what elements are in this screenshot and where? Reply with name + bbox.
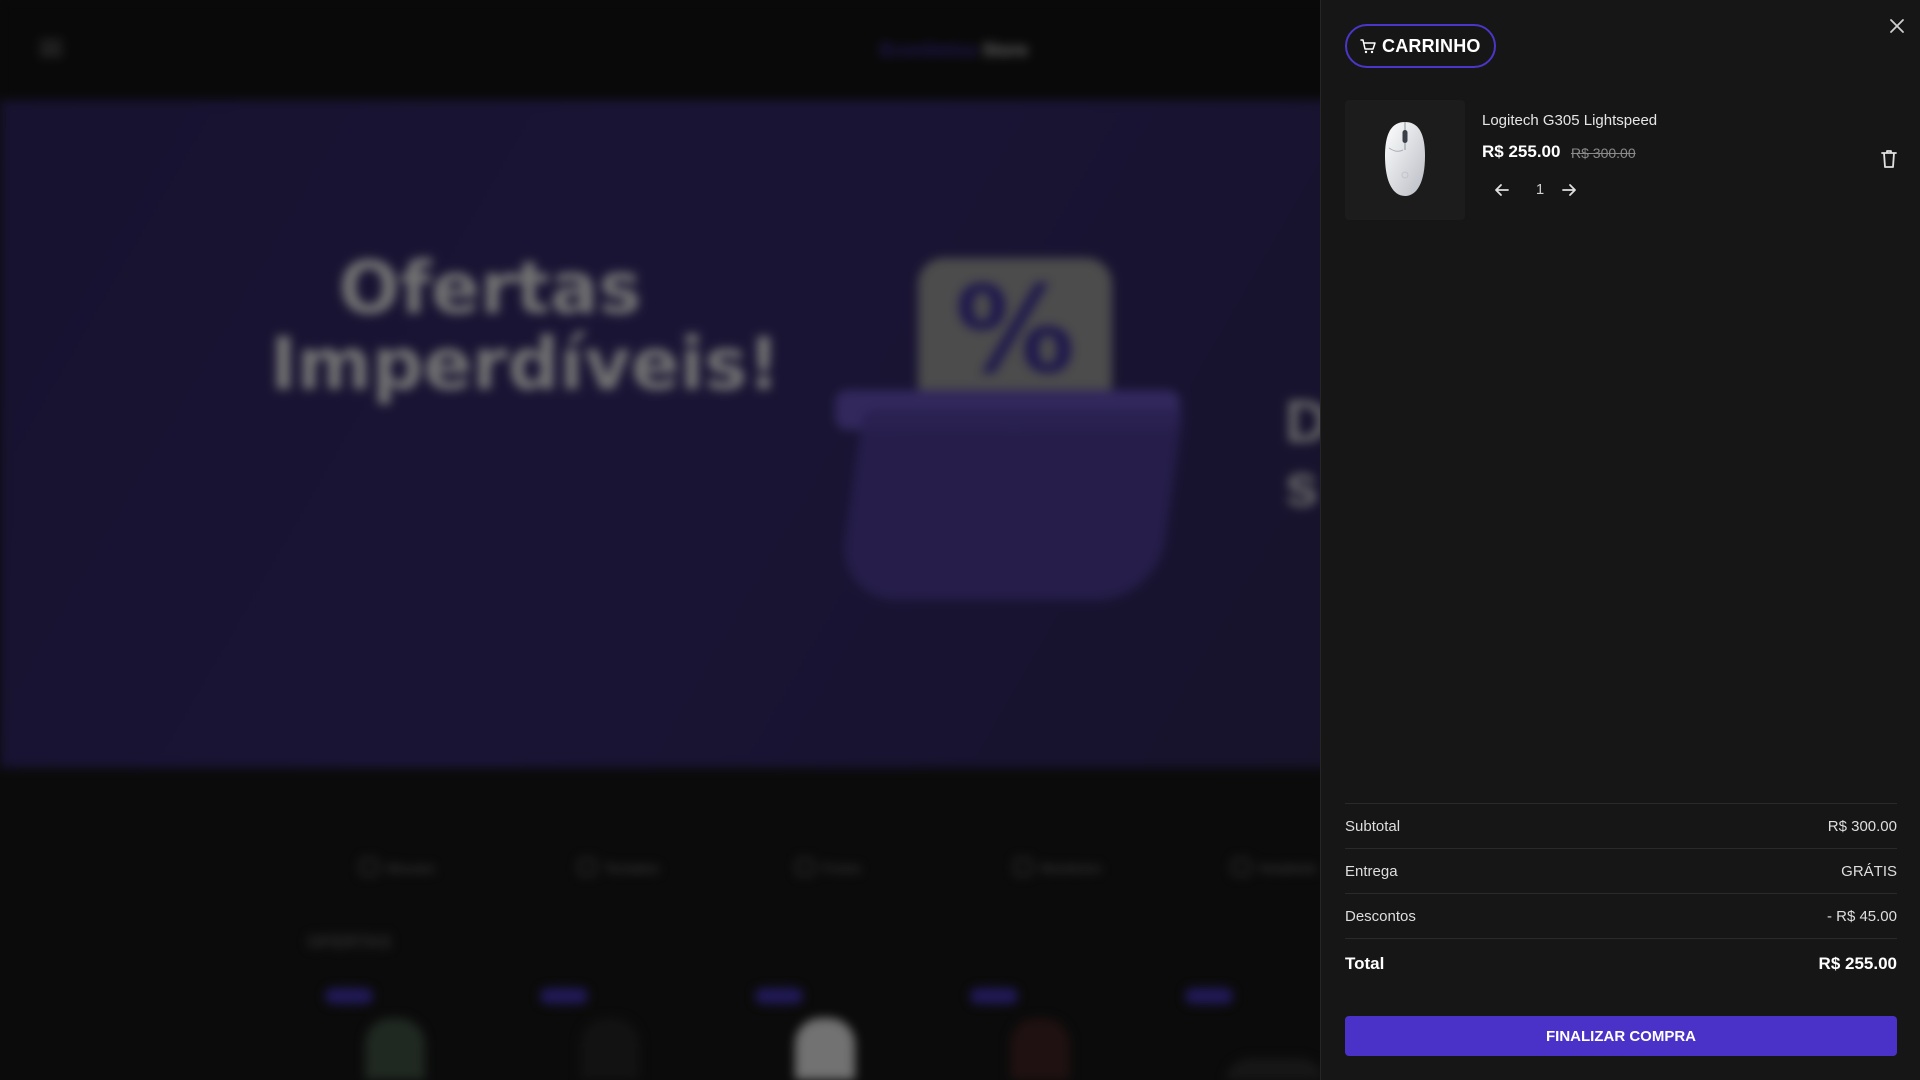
product-old-price: R$ 300.00 <box>1571 145 1636 161</box>
quantity-value: 1 <box>1535 181 1545 198</box>
shipping-label: Entrega <box>1345 862 1398 880</box>
mouse-image <box>1385 122 1425 196</box>
decrease-quantity-button[interactable] <box>1492 180 1512 200</box>
total-label: Total <box>1345 953 1385 973</box>
discount-row: Descontos - R$ 45.00 <box>1345 893 1897 938</box>
product-price: R$ 255.00 <box>1482 142 1561 161</box>
checkout-button[interactable]: FINALIZAR COMPRA <box>1345 1016 1897 1056</box>
cart-drawer: CARRINHO Logitech G305 Lightspeed R$ 255… <box>1320 0 1920 1080</box>
arrow-left-icon <box>1495 184 1509 196</box>
cart-item: Logitech G305 Lightspeed R$ 255.00 R$ 30… <box>1345 100 1897 220</box>
product-thumbnail[interactable] <box>1345 100 1465 220</box>
shipping-row: Entrega GRÁTIS <box>1345 848 1897 893</box>
subtotal-label: Subtotal <box>1345 817 1401 835</box>
product-name[interactable]: Logitech G305 Lightspeed <box>1482 112 1657 129</box>
remove-item-button[interactable] <box>1879 148 1899 170</box>
increase-quantity-button[interactable] <box>1559 180 1579 200</box>
order-summary: Subtotal R$ 300.00 Entrega GRÁTIS Descon… <box>1345 803 1897 988</box>
shipping-value: GRÁTIS <box>1841 862 1897 880</box>
subtotal-value: R$ 300.00 <box>1827 817 1897 835</box>
trash-icon <box>1881 150 1897 168</box>
cart-title-badge: CARRINHO <box>1345 24 1496 68</box>
total-row: Total R$ 255.00 <box>1345 938 1897 988</box>
close-icon[interactable] <box>1887 16 1907 36</box>
total-value: R$ 255.00 <box>1818 953 1897 973</box>
shopping-cart-icon <box>1360 38 1376 54</box>
arrow-right-icon <box>1562 184 1576 196</box>
discount-value: - R$ 45.00 <box>1826 907 1897 925</box>
subtotal-row: Subtotal R$ 300.00 <box>1345 803 1897 848</box>
discount-label: Descontos <box>1345 907 1416 925</box>
cart-title: CARRINHO <box>1382 35 1481 56</box>
